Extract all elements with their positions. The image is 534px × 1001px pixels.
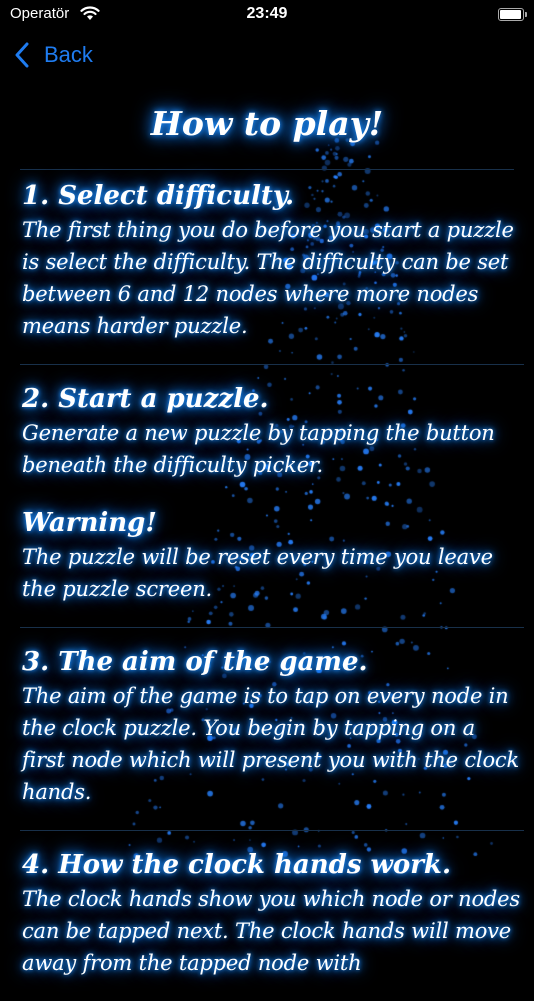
page-title: How to play! <box>150 104 384 143</box>
section-warning: Warning! The puzzle will be reset every … <box>22 503 522 627</box>
section-body: The first thing you do before you start … <box>22 218 514 338</box>
chevron-left-icon <box>15 42 29 68</box>
section-select-difficulty: 1. Select difficulty. The first thing yo… <box>22 178 522 364</box>
section-heading: Warning! <box>22 508 157 538</box>
section-body: The puzzle will be reset every time you … <box>22 545 493 601</box>
section-body: Generate a new puzzle by tapping the but… <box>22 421 495 477</box>
battery-icon <box>498 8 527 21</box>
clock-time: 23:49 <box>246 5 288 22</box>
section-heading: 4. How the clock hands work. <box>22 850 451 880</box>
battery-tip <box>525 12 527 17</box>
section-body: The clock hands show you which node or n… <box>22 887 520 975</box>
title-divider <box>20 169 514 170</box>
section-heading: 2. Start a puzzle. <box>22 384 269 414</box>
status-bar: Operatör 23:49 <box>0 0 534 30</box>
section-heading: 1. Select difficulty. <box>22 181 295 211</box>
section-body: The aim of the game is to tap on every n… <box>22 684 519 804</box>
section-clock-hands: 4. How the clock hands work. The clock h… <box>22 847 522 1001</box>
back-label: Back <box>44 42 93 67</box>
section-divider <box>20 627 524 628</box>
section-heading: 3. The aim of the game. <box>22 647 368 677</box>
section-divider <box>20 364 524 365</box>
back-button[interactable]: Back <box>14 38 93 72</box>
battery-level <box>500 10 521 19</box>
section-divider <box>20 830 524 831</box>
section-aim-of-game: 3. The aim of the game. The aim of the g… <box>22 644 522 830</box>
instructions-list: 1. Select difficulty. The first thing yo… <box>20 178 524 1001</box>
section-start-puzzle: 2. Start a puzzle. Generate a new puzzle… <box>22 381 522 503</box>
